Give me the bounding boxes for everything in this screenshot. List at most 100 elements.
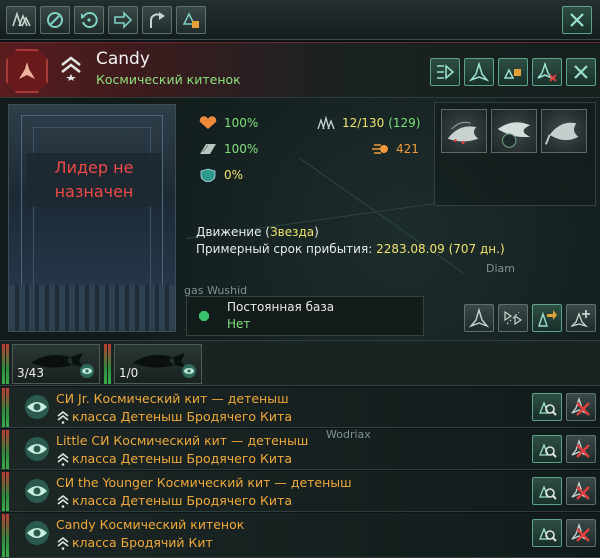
fleet-lock-icon: [182, 12, 199, 28]
inspect-ship-button[interactable]: [532, 477, 562, 505]
ship-designs-box: [434, 102, 596, 206]
split-ship-icon: [469, 308, 489, 328]
leader-portrait[interactable]: Лидер не назначен: [8, 104, 176, 332]
ship-thumbnail[interactable]: [541, 109, 587, 153]
ship-name: СИ Jr. Космический кит — детеныш: [56, 391, 289, 406]
close-window-button[interactable]: [562, 6, 592, 34]
ship-list-item[interactable]: Little СИ Космический кит — детеныш клас…: [0, 429, 600, 470]
eta-days: (707 дн.): [448, 242, 505, 256]
magnify-ship-icon: [539, 401, 557, 416]
health-bars: [104, 344, 112, 384]
rank-icon: [57, 536, 69, 550]
eye-icon: [25, 395, 49, 419]
ship-name: Candy Космический китенок: [56, 517, 245, 532]
ship-name: СИ the Younger Космический кит — детеныш: [56, 475, 352, 490]
add-ship-icon: [571, 310, 590, 328]
naval-capacity-extra: (129): [388, 116, 421, 130]
fleet-name[interactable]: Candy: [96, 49, 150, 69]
ship-button[interactable]: [464, 58, 494, 86]
fleet-power-value: 421: [396, 142, 419, 156]
eye-icon: [80, 364, 94, 378]
merge-fleet-button[interactable]: [498, 304, 528, 332]
whale-ship-icon: [497, 122, 531, 148]
add-ship-button[interactable]: [566, 304, 596, 332]
empire-emblem: [6, 49, 48, 93]
move-arrow-icon: [114, 11, 133, 29]
fleet-power-stat: 421: [370, 142, 419, 156]
map-system-label: Wodriax: [326, 428, 371, 441]
ship-thumbnail[interactable]: [441, 109, 487, 153]
merge-ships-icon: [504, 310, 523, 326]
close-icon: [574, 65, 588, 79]
ship-count: 1/0: [119, 366, 139, 380]
transfer-ship-icon: [538, 310, 557, 327]
home-base-value: Нет: [227, 317, 251, 331]
ship-class: класса Детеныш Бродячего Кита: [72, 493, 292, 508]
disband-ship-button[interactable]: [566, 477, 596, 505]
ship-count: 3/43: [17, 366, 44, 380]
fleet-power-icon: [372, 144, 388, 154]
transfer-ship-button[interactable]: [532, 304, 562, 332]
ship-remove-icon: [537, 62, 557, 82]
ship-type-counters: 3/43 1/0: [0, 340, 600, 386]
move-button[interactable]: [108, 6, 138, 34]
return-button[interactable]: [74, 6, 104, 34]
close-icon: [570, 13, 584, 27]
ship-class: класса Бродячий Кит: [72, 535, 213, 550]
inspect-ship-button[interactable]: [532, 519, 562, 547]
eye-icon: [182, 364, 196, 378]
home-base-label: Постоянная база: [227, 300, 335, 314]
ship-list-item[interactable]: Candy Космический китенок класса Бродячи…: [0, 513, 600, 558]
disband-ship-icon: [571, 397, 590, 416]
fleet-formation-icon: [12, 11, 31, 27]
eye-icon: [25, 521, 49, 545]
split-fleet-button[interactable]: [464, 304, 494, 332]
ship-icon: [469, 62, 489, 82]
magnify-ship-icon: [539, 443, 557, 458]
rank-icon: [57, 452, 69, 466]
inspect-ship-button[interactable]: [532, 435, 562, 463]
ship-list-item[interactable]: СИ the Younger Космический кит — детеныш…: [0, 471, 600, 512]
fleet-lock-button[interactable]: [176, 6, 206, 34]
retreat-button[interactable]: [142, 6, 172, 34]
base-status-icon: [199, 311, 209, 321]
shield-stat: 0%: [198, 168, 243, 182]
health-bars: [2, 388, 10, 427]
rank-chevron-icon: [61, 56, 81, 81]
naval-capacity-stat: 12/130 (129): [316, 116, 421, 130]
fleet-header: Candy Космический китенок: [0, 42, 600, 98]
naval-capacity-value: 12/130: [342, 116, 385, 130]
ship-thumbnail[interactable]: [491, 109, 537, 153]
fleet-play-button[interactable]: [430, 58, 460, 86]
ship-class: класса Детеныш Бродячего Кита: [72, 451, 292, 466]
fleet-toolbar: [0, 0, 600, 40]
stop-button[interactable]: [40, 6, 70, 34]
armor-value: 100%: [224, 142, 259, 156]
armor-stat: 100%: [198, 142, 258, 156]
fleet-formation-button[interactable]: [6, 6, 36, 34]
header-close-button[interactable]: [566, 58, 596, 86]
shield-value: 0%: [224, 168, 244, 182]
disband-ship-button[interactable]: [566, 435, 596, 463]
leader-unassigned-text: Лидер не назначен: [27, 153, 161, 207]
movement-info: Движение (Звезда) Примерный срок прибыти…: [196, 225, 505, 256]
disband-ship-button[interactable]: [566, 393, 596, 421]
rank-icon: [57, 494, 69, 508]
lock-ship-button[interactable]: [498, 58, 528, 86]
ship-type-counter[interactable]: 3/43: [12, 344, 100, 384]
magnify-ship-icon: [539, 527, 557, 542]
hull-stat: 100%: [198, 116, 258, 130]
ship-list-item[interactable]: СИ Jr. Космический кит — детеныш класса …: [0, 387, 600, 428]
retreat-icon: [150, 12, 165, 28]
home-base-box[interactable]: Постоянная база Нет: [186, 296, 424, 336]
disband-ship-icon: [571, 523, 590, 542]
ship-remove-button[interactable]: [532, 58, 562, 86]
hull-value: 100%: [224, 116, 259, 130]
disband-ship-button[interactable]: [566, 519, 596, 547]
ship-type-counter[interactable]: 1/0: [114, 344, 202, 384]
movement-status: Звезда: [269, 225, 315, 239]
eta-date: 2283.08.09: [376, 242, 445, 256]
inspect-ship-button[interactable]: [532, 393, 562, 421]
stop-icon: [47, 12, 63, 28]
armor-icon: [200, 144, 216, 154]
